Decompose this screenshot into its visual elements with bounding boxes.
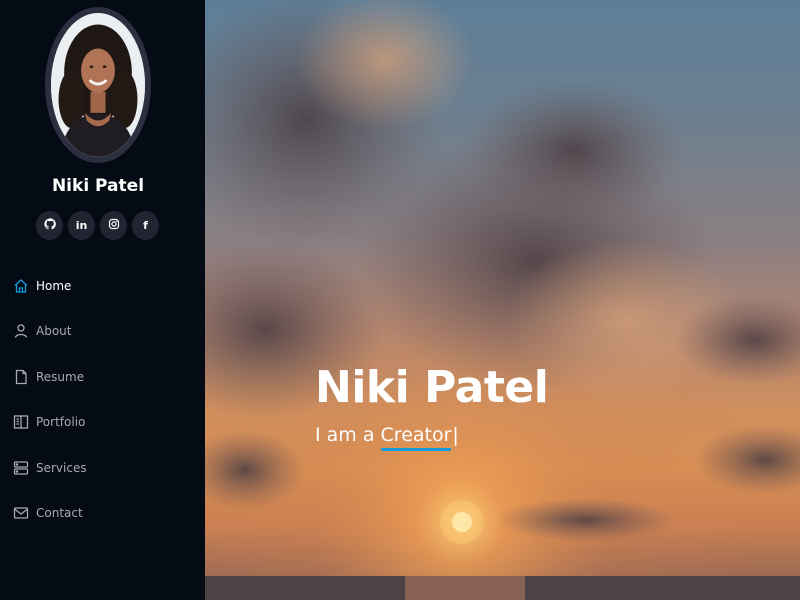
nav-item-contact[interactable]: Contact (0, 491, 205, 537)
sunset-background-image (205, 0, 800, 600)
nav-item-home[interactable]: Home (0, 263, 205, 309)
avatar (51, 13, 145, 157)
nav-item-services[interactable]: Services (0, 445, 205, 491)
nav-item-label: Services (36, 460, 87, 475)
server-icon (13, 460, 29, 476)
book-icon (13, 414, 29, 430)
file-icon (13, 369, 29, 385)
nav-item-label: Contact (36, 506, 83, 521)
social-links: in f (36, 211, 159, 240)
nav-item-label: Resume (36, 369, 85, 384)
envelope-icon (13, 505, 29, 521)
home-icon (13, 278, 29, 294)
linkedin-icon: in (75, 219, 88, 232)
person-icon (13, 323, 29, 339)
instagram-link[interactable] (100, 211, 127, 240)
github-link[interactable] (36, 211, 63, 240)
hero-subtitle-prefix: I am a (315, 424, 381, 446)
typing-cursor: | (452, 424, 459, 446)
linkedin-link[interactable]: in (68, 211, 95, 240)
nav-item-portfolio[interactable]: Portfolio (0, 400, 205, 446)
nav-item-label: Portfolio (36, 415, 86, 430)
hero-title: Niki Patel (315, 362, 549, 413)
instagram-icon (108, 218, 120, 233)
nav-item-resume[interactable]: Resume (0, 354, 205, 400)
hero-subtitle: I am a Creator| (315, 424, 459, 451)
nav-item-label: Home (36, 278, 72, 293)
nav-item-about[interactable]: About (0, 309, 205, 355)
facebook-link[interactable]: f (132, 211, 159, 240)
sidebar: Niki Patel in f Home About Resume Portfo… (0, 0, 205, 600)
github-icon (43, 218, 56, 233)
profile-name: Niki Patel (51, 176, 145, 196)
nav-item-label: About (36, 324, 72, 339)
avatar-frame (45, 7, 151, 163)
hero-section: Niki Patel I am a Creator| (205, 0, 800, 600)
main-nav: Home About Resume Portfolio Services Con… (0, 263, 205, 536)
hero-typed-text: Creator (380, 424, 452, 451)
facebook-icon: f (143, 219, 148, 232)
